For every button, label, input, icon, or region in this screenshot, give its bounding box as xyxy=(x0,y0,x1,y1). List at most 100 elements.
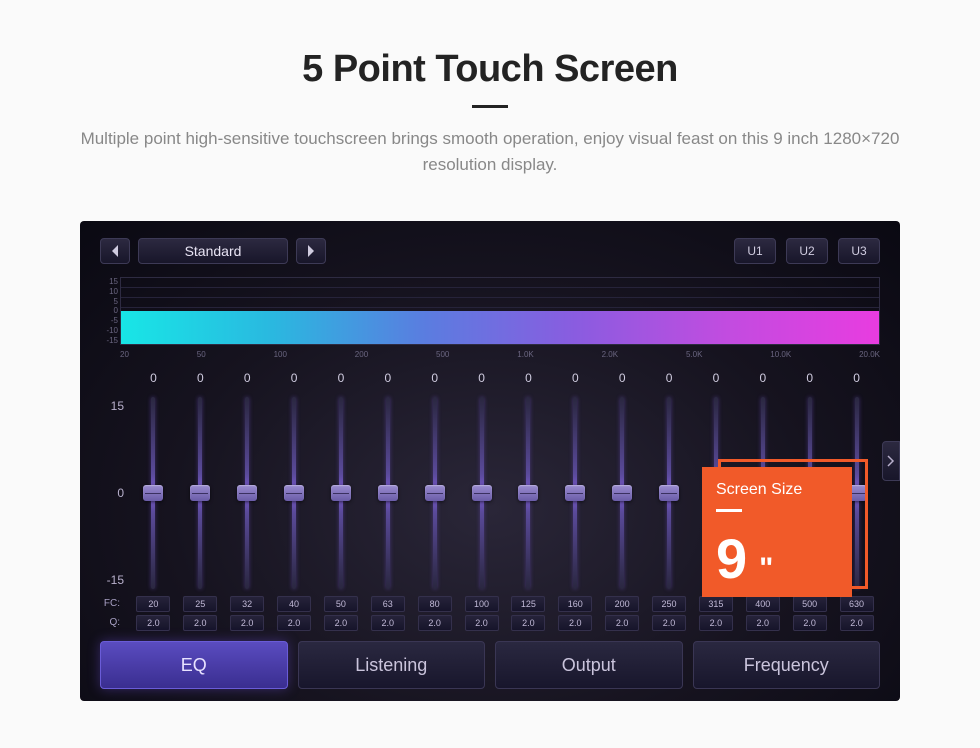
band-q[interactable]: 2.0 xyxy=(840,615,874,631)
eq-band-100: 01002.0 xyxy=(458,371,505,631)
band-q[interactable]: 2.0 xyxy=(746,615,780,631)
spectrum-y-tick: 5 xyxy=(98,297,118,306)
band-fc[interactable]: 80 xyxy=(418,596,452,612)
band-value: 0 xyxy=(619,371,626,393)
band-q[interactable]: 2.0 xyxy=(324,615,358,631)
band-value: 0 xyxy=(853,371,860,393)
band-q[interactable]: 2.0 xyxy=(511,615,545,631)
spectrum-x-tick: 20.0K xyxy=(859,350,880,359)
slider-thumb[interactable] xyxy=(143,485,163,501)
spectrum-fill xyxy=(121,311,879,344)
chevron-right-icon xyxy=(887,455,895,467)
tab-output[interactable]: Output xyxy=(495,641,683,689)
band-slider[interactable] xyxy=(526,397,530,589)
eq-band-40: 0402.0 xyxy=(271,371,318,631)
band-slider[interactable] xyxy=(433,397,437,589)
band-q[interactable]: 2.0 xyxy=(605,615,639,631)
band-fc[interactable]: 32 xyxy=(230,596,264,612)
eq-band-63: 0632.0 xyxy=(364,371,411,631)
callout-value: 9 xyxy=(716,531,747,587)
spectrum-y-tick: 15 xyxy=(98,277,118,286)
slider-thumb[interactable] xyxy=(659,485,679,501)
eq-band-25: 0 25 2.0 xyxy=(177,371,224,631)
band-slider[interactable] xyxy=(620,397,624,589)
eq-y-tick: 0 xyxy=(100,486,124,500)
band-slider[interactable] xyxy=(480,397,484,589)
band-value: 0 xyxy=(150,371,157,393)
slider-thumb[interactable] xyxy=(518,485,538,501)
slider-thumb[interactable] xyxy=(565,485,585,501)
band-value: 0 xyxy=(806,371,813,393)
band-q[interactable]: 2.0 xyxy=(136,615,170,631)
band-value: 0 xyxy=(338,371,345,393)
band-q[interactable]: 2.0 xyxy=(230,615,264,631)
tab-eq[interactable]: EQ xyxy=(100,641,288,689)
band-slider[interactable] xyxy=(151,397,155,589)
band-q[interactable]: 2.0 xyxy=(371,615,405,631)
band-slider[interactable] xyxy=(386,397,390,589)
band-slider[interactable] xyxy=(198,397,202,589)
tab-listening[interactable]: Listening xyxy=(298,641,486,689)
band-fc[interactable]: 200 xyxy=(605,596,639,612)
spectrum-x-tick: 50 xyxy=(197,350,206,359)
fc-label: FC: xyxy=(104,598,120,609)
spectrum-y-tick: 10 xyxy=(98,287,118,296)
band-fc[interactable]: 20 xyxy=(136,596,170,612)
band-slider[interactable] xyxy=(573,397,577,589)
eq-band-32: 0322.0 xyxy=(224,371,271,631)
eq-band-50: 0 50 2.0 xyxy=(318,371,365,631)
band-fc[interactable]: 160 xyxy=(558,596,592,612)
expand-bands-button[interactable] xyxy=(882,441,900,481)
page-title: 5 Point Touch Screen xyxy=(0,48,980,91)
slider-thumb[interactable] xyxy=(425,485,445,501)
band-fc[interactable]: 500 xyxy=(793,596,827,612)
tab-frequency[interactable]: Frequency xyxy=(693,641,881,689)
user-preset-2[interactable]: U2 xyxy=(786,238,828,264)
slider-thumb[interactable] xyxy=(284,485,304,501)
band-q[interactable]: 2.0 xyxy=(558,615,592,631)
chevron-right-icon xyxy=(306,245,316,257)
band-q[interactable]: 2.0 xyxy=(183,615,217,631)
band-fc[interactable]: 40 xyxy=(277,596,311,612)
band-slider[interactable] xyxy=(339,397,343,589)
band-slider[interactable] xyxy=(292,397,296,589)
preset-name[interactable]: Standard xyxy=(138,238,288,264)
spectrum-x-tick: 200 xyxy=(355,350,368,359)
band-q[interactable]: 2.0 xyxy=(652,615,686,631)
eq-band-125: 01252.0 xyxy=(505,371,552,631)
band-fc[interactable]: 250 xyxy=(652,596,686,612)
band-q[interactable]: 2.0 xyxy=(418,615,452,631)
band-fc[interactable]: 50 xyxy=(324,596,358,612)
eq-y-tick: -15 xyxy=(100,573,124,587)
band-value: 0 xyxy=(197,371,204,393)
slider-thumb[interactable] xyxy=(331,485,351,501)
slider-thumb[interactable] xyxy=(612,485,632,501)
band-value: 0 xyxy=(759,371,766,393)
band-slider[interactable] xyxy=(245,397,249,589)
band-slider[interactable] xyxy=(667,397,671,589)
slider-thumb[interactable] xyxy=(472,485,492,501)
eq-band-200: 0 200 2.0 xyxy=(599,371,646,631)
slider-thumb[interactable] xyxy=(190,485,210,501)
band-fc[interactable]: 25 xyxy=(183,596,217,612)
band-fc[interactable]: 400 xyxy=(746,596,780,612)
screen-size-callout: Screen Size 9 " xyxy=(710,467,860,597)
user-preset-1[interactable]: U1 xyxy=(734,238,776,264)
band-q[interactable]: 2.0 xyxy=(277,615,311,631)
band-q[interactable]: 2.0 xyxy=(465,615,499,631)
band-value: 0 xyxy=(713,371,720,393)
band-fc[interactable]: 125 xyxy=(511,596,545,612)
band-value: 0 xyxy=(431,371,438,393)
preset-next-button[interactable] xyxy=(296,238,326,264)
preset-prev-button[interactable] xyxy=(100,238,130,264)
band-q[interactable]: 2.0 xyxy=(699,615,733,631)
slider-thumb[interactable] xyxy=(378,485,398,501)
band-fc[interactable]: 315 xyxy=(699,596,733,612)
band-fc[interactable]: 63 xyxy=(371,596,405,612)
spectrum-y-tick: -5 xyxy=(98,316,118,325)
slider-thumb[interactable] xyxy=(237,485,257,501)
band-q[interactable]: 2.0 xyxy=(793,615,827,631)
band-fc[interactable]: 630 xyxy=(840,596,874,612)
band-fc[interactable]: 100 xyxy=(465,596,499,612)
user-preset-3[interactable]: U3 xyxy=(838,238,880,264)
